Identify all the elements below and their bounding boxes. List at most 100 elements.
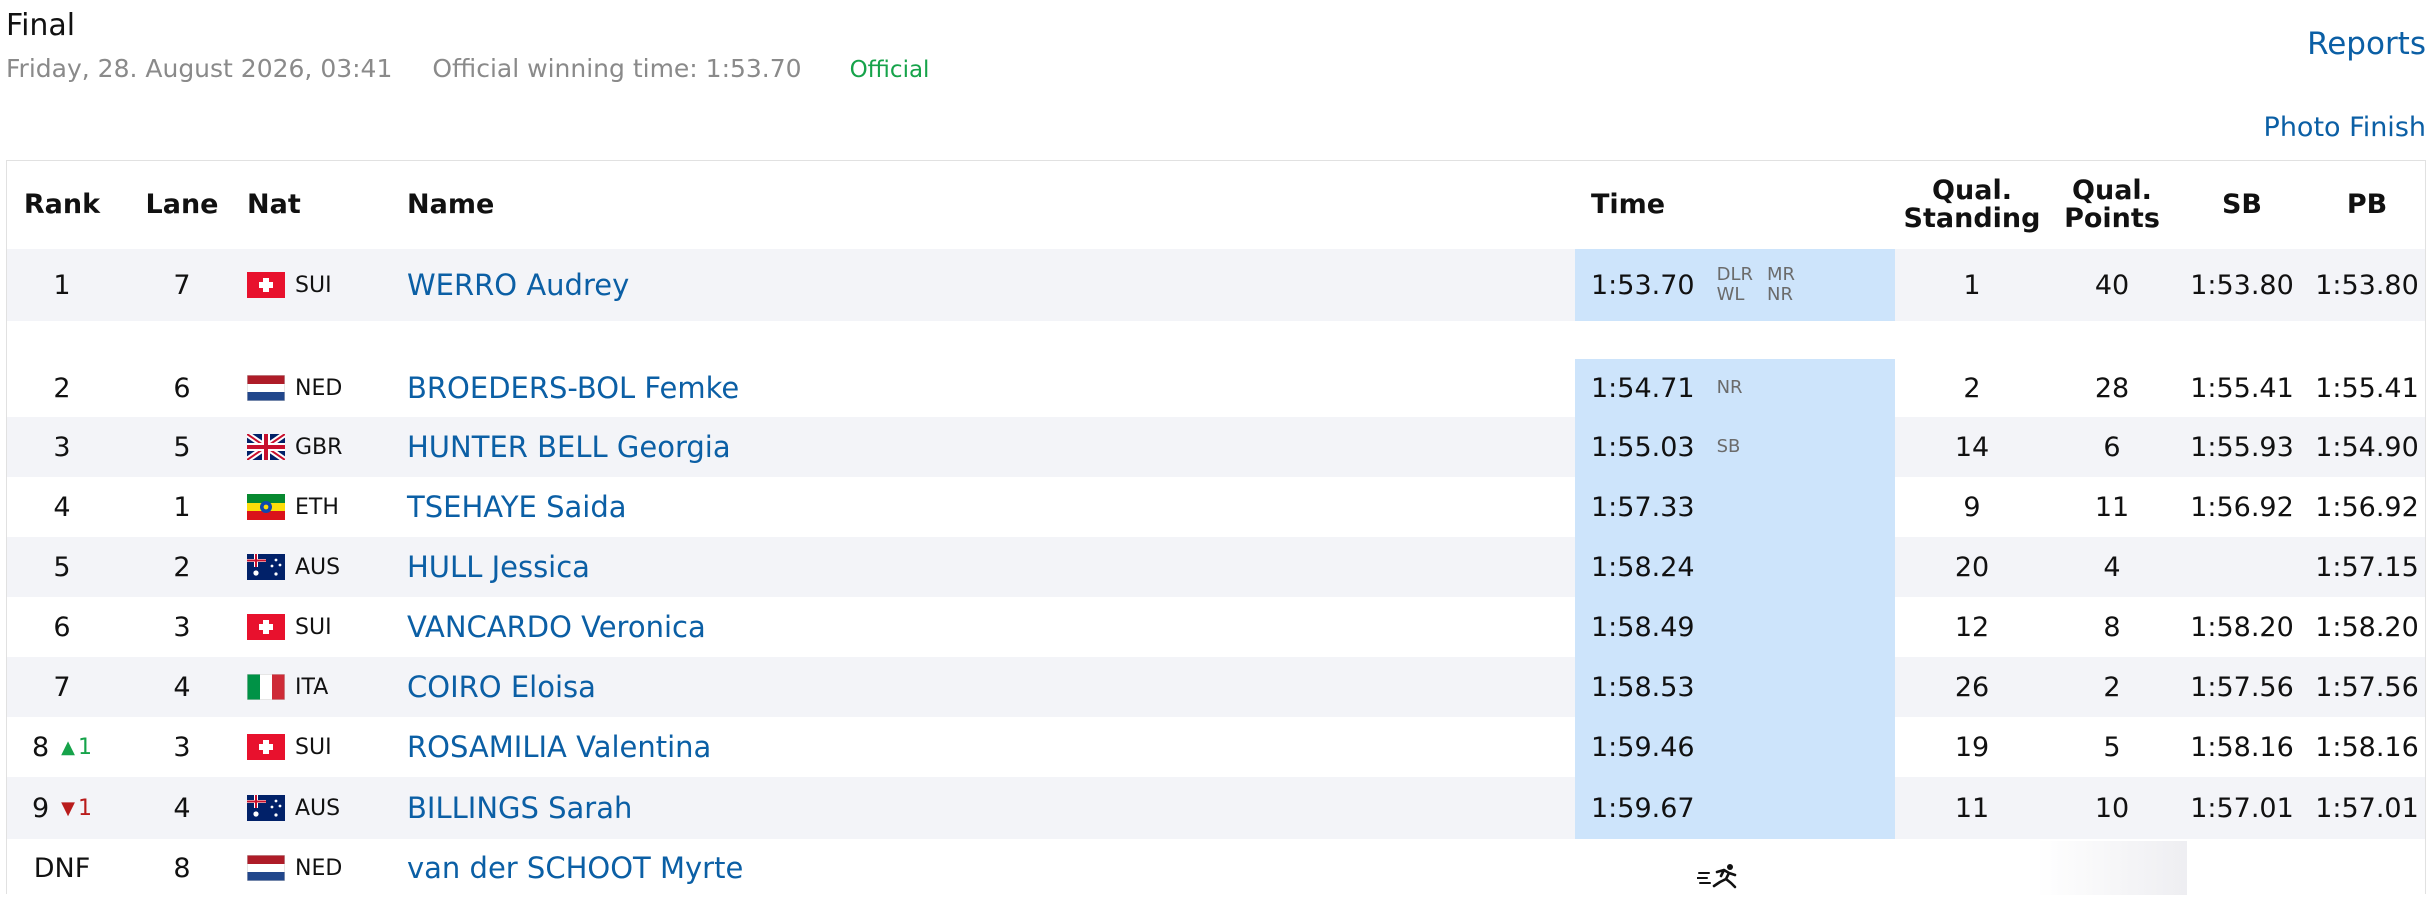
qual-standing-cell: 14	[1954, 431, 1990, 463]
runner-icon	[1696, 863, 1741, 889]
time-value: 1:57.33	[1591, 491, 1695, 523]
nat-cell: AUS	[247, 777, 377, 839]
athlete-name-link[interactable]: BILLINGS Sarah	[407, 791, 632, 825]
flag-icon	[247, 554, 285, 580]
sb-cell: 1:53.80	[2190, 269, 2294, 301]
qual-points-cell: 11	[2094, 491, 2130, 523]
qual-standing-cell: 9	[1963, 491, 1981, 523]
col-qual-standing: Qual. Standing	[1903, 175, 2041, 234]
nat-cell: SUI	[247, 717, 377, 777]
nat-code: ETH	[295, 494, 339, 520]
event-date: Friday, 28. August 2026, 03:41	[6, 54, 393, 83]
name-cell: VANCARDO Veronica	[407, 597, 1107, 657]
table-row[interactable]: 7 4 ITA COIRO Eloisa 1:58.53 26 2 1:57.56 1:57.5…	[7, 657, 2425, 717]
time-cell: 1:58.24	[1591, 537, 1695, 597]
rank-wrap: 3	[53, 432, 70, 463]
time-value: 1:59.46	[1591, 731, 1695, 763]
qual-points-cell: 10	[2094, 792, 2130, 824]
rank-value: 9	[31, 792, 50, 824]
nat-code: NED	[295, 855, 343, 881]
time-cell: 1:57.33	[1591, 477, 1695, 537]
table-row[interactable]: 1 7 SUI WERRO Audrey 1:53.70 DLR MR WL NR 1 40 1:53…	[7, 249, 2425, 321]
rank-cell: 4	[7, 477, 117, 537]
pb-cell: 1:57.56	[2315, 671, 2419, 703]
table-row[interactable]: 6 3 SUI VANCARDO Veronica 1:58.49 12 8 1:58.20 1…	[7, 597, 2425, 657]
athlete-name-link[interactable]: van der SCHOOT Myrte	[407, 851, 743, 885]
table-row[interactable]: 2 6 NED BROEDERS-BOL Femke 1:54.71 NR 2 28 1:55.…	[7, 359, 2425, 417]
rank-cell: 2	[7, 359, 117, 417]
winning-time: Official winning time: 1:53.70	[432, 54, 802, 83]
rank-value: 3	[53, 431, 71, 463]
table-row[interactable]: 9 ▼ 1 4 AUS BILLINGS Sarah 1:59.67 11 10 1:57.01 1…	[7, 777, 2425, 839]
time-cell: 1:59.67	[1591, 777, 1695, 839]
lane-cell: 6	[173, 372, 191, 404]
name-cell: HULL Jessica	[407, 537, 1107, 597]
sb-cell: 1:55.93	[2190, 431, 2294, 463]
rank-change: ▲ 1	[61, 735, 92, 760]
nat-code: NED	[295, 375, 343, 401]
time-value: 1:59.67	[1591, 792, 1695, 824]
lane-cell: 3	[173, 611, 191, 643]
lane-cell: 4	[173, 671, 191, 703]
time-cell: 1:53.70 DLR MR WL NR	[1591, 249, 1795, 321]
record-tag: DLR	[1716, 264, 1753, 285]
pb-cell: 1:58.16	[2315, 731, 2419, 763]
col-lane: Lane	[145, 189, 219, 220]
table-row[interactable]: 4 1 ETH TSEHAYE Saida 1:57.33 9 11 1:56.92 1:56.…	[7, 477, 2425, 537]
qual-standing-cell: 19	[1954, 731, 1990, 763]
sb-cell: 1:57.56	[2190, 671, 2294, 703]
time-value: 1:58.49	[1591, 611, 1695, 643]
name-cell: ROSAMILIA Valentina	[407, 717, 1107, 777]
flag-icon	[247, 494, 285, 520]
flag-icon	[247, 272, 285, 298]
nat-cell: NED	[247, 359, 377, 417]
name-cell: WERRO Audrey	[407, 249, 1107, 321]
reports-link[interactable]: Reports	[2307, 26, 2426, 62]
nat-code: SUI	[295, 272, 332, 298]
table-row[interactable]: 8 ▲ 1 3 SUI ROSAMILIA Valentina 1:59.46 19 5 1:58…	[7, 717, 2425, 777]
rank-cell: 3	[7, 417, 117, 477]
athlete-name-link[interactable]: ROSAMILIA Valentina	[407, 730, 711, 764]
athlete-name-link[interactable]: HUNTER BELL Georgia	[407, 430, 731, 464]
rank-value: 6	[53, 611, 71, 643]
flag-icon	[247, 734, 285, 760]
time-cell: 1:58.53	[1591, 657, 1695, 717]
rank-wrap: 8 ▲ 1	[32, 732, 92, 763]
col-name: Name	[407, 189, 495, 220]
record-tag: SB	[1716, 436, 1741, 457]
time-value: 1:58.24	[1591, 551, 1695, 583]
qual-standing-cell: 12	[1954, 611, 1990, 643]
athlete-name-link[interactable]: TSEHAYE Saida	[407, 490, 627, 524]
nat-code: SUI	[295, 614, 332, 640]
name-cell: HUNTER BELL Georgia	[407, 417, 1107, 477]
rank-wrap: 4	[53, 492, 70, 523]
photo-finish-link[interactable]: Photo Finish	[2264, 112, 2426, 143]
table-row[interactable]: 3 5 GBR HUNTER BELL Georgia 1:55.03 SB 14 6 1:55…	[7, 417, 2425, 477]
lane-cell: 5	[173, 431, 191, 463]
lane-cell: 3	[173, 731, 191, 763]
record-tags: NR	[1717, 378, 1743, 398]
athlete-name-link[interactable]: HULL Jessica	[407, 550, 590, 584]
rank-wrap: 5	[53, 552, 70, 583]
rank-change: ▼ 1	[61, 796, 92, 821]
athlete-name-link[interactable]: WERRO Audrey	[407, 268, 629, 302]
table-row[interactable]: 5 2 AUS HULL Jessica 1:58.24 20 4 1:57.15	[7, 537, 2425, 597]
pb-cell: 1:57.01	[2315, 792, 2419, 824]
table-row[interactable]: DNF 8 NED van der SCHOOT Myrte	[7, 841, 2425, 895]
nat-code: AUS	[295, 554, 341, 580]
sb-cell: 1:55.41	[2190, 372, 2294, 404]
athlete-name-link[interactable]: COIRO Eloisa	[407, 670, 596, 704]
qual-points-cell: 2	[2103, 671, 2121, 703]
athlete-name-link[interactable]: BROEDERS-BOL Femke	[407, 371, 739, 405]
nat-cell: SUI	[247, 597, 377, 657]
col-qual-points: Qual. Points	[2064, 175, 2160, 234]
nat-code: AUS	[295, 795, 341, 821]
record-tags: SB	[1717, 437, 1741, 457]
rank-value: 5	[53, 551, 71, 583]
rank-cell: 1	[7, 249, 117, 321]
athlete-name-link[interactable]: VANCARDO Veronica	[407, 610, 706, 644]
rank-cell: 9 ▼ 1	[7, 777, 117, 839]
lane-cell: 4	[173, 792, 191, 824]
time-cell: 1:54.71 NR	[1591, 359, 1743, 417]
qual-standing-cell: 2	[1963, 372, 1981, 404]
